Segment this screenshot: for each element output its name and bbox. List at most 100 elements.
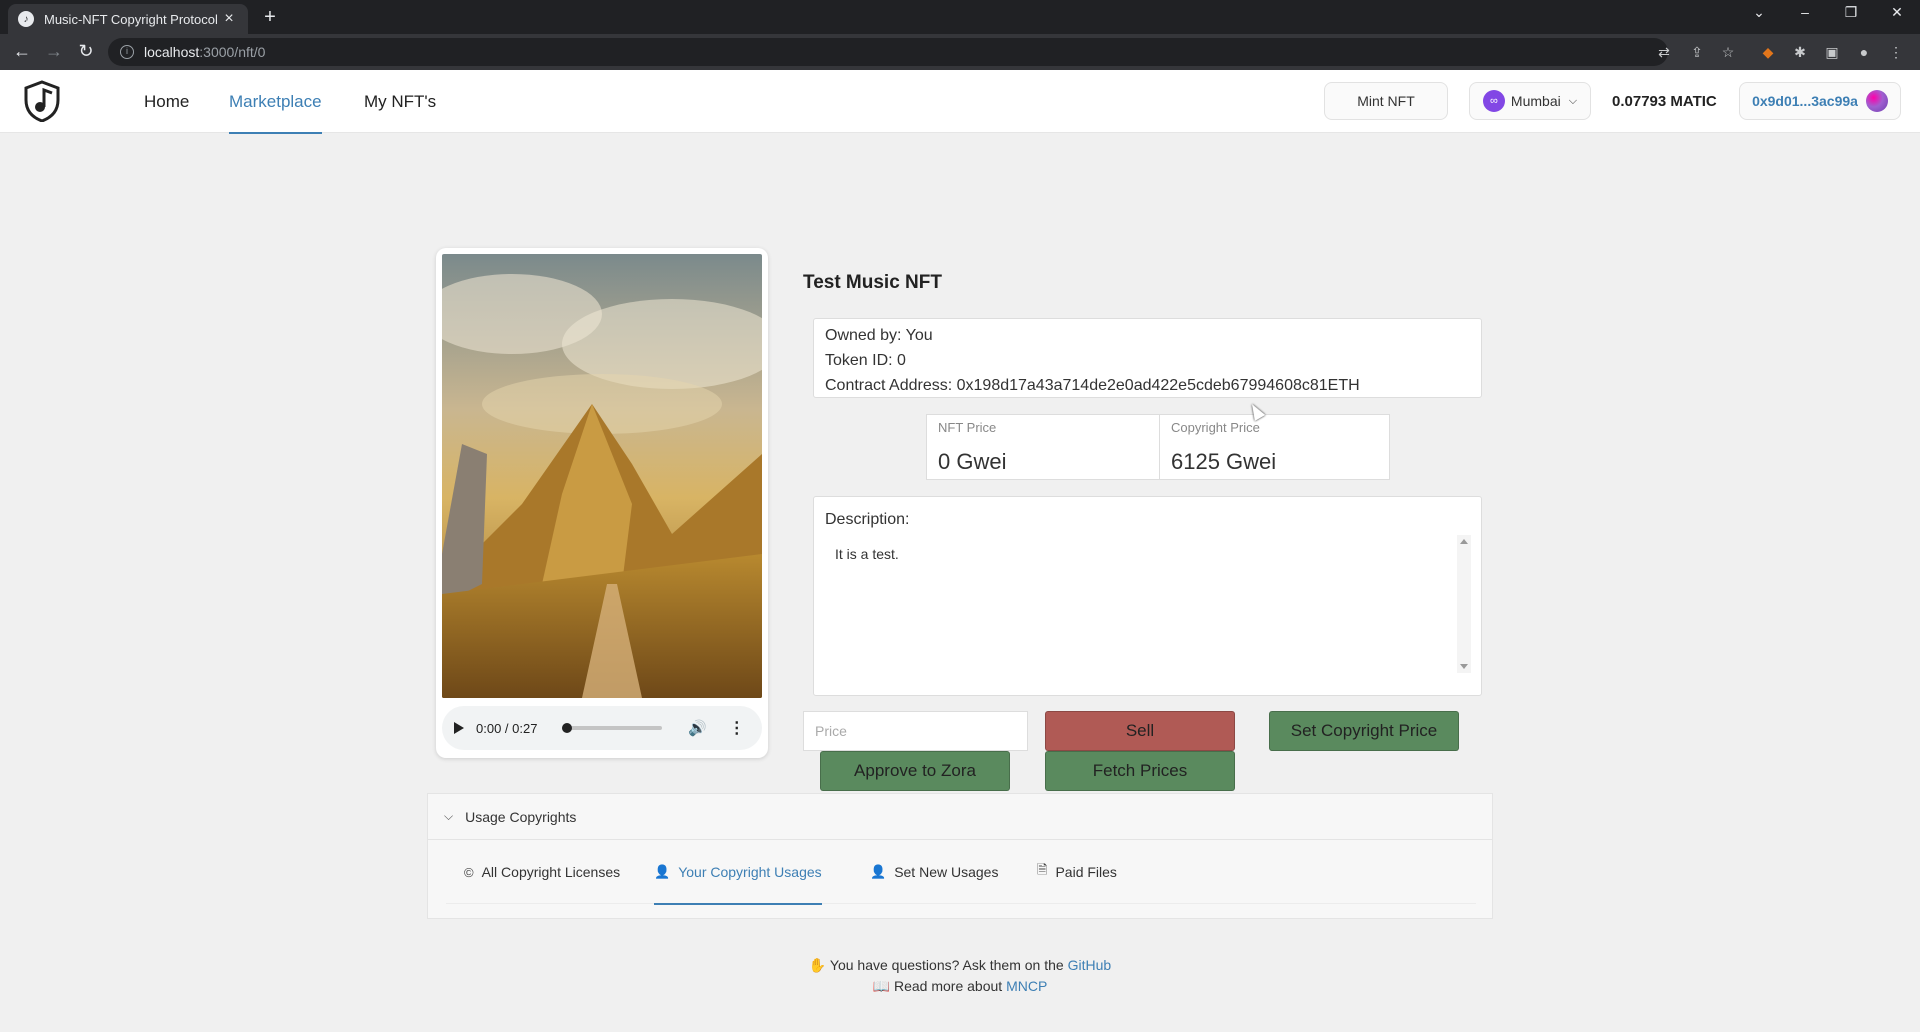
nft-media-card: 0:00 / 0:27 🔊 ⋮ [436,248,768,758]
fetch-prices-button[interactable]: Fetch Prices [1045,751,1235,791]
mint-nft-button[interactable]: Mint NFT [1324,82,1448,120]
copyright-price-box: Copyright Price 6125 Gwei [1159,414,1390,480]
nft-price-value: 0 Gwei [938,449,1007,474]
translate-icon[interactable]: ⇄ [1656,44,1672,60]
raised-hand-icon: ✋ [808,957,827,973]
description-box: Description: It is a test. [813,496,1482,696]
app-logo-icon[interactable] [22,80,62,122]
site-favicon-icon: ♪ [18,11,34,27]
app-header: Home Marketplace My NFT's Mint NFT ∞ Mum… [0,70,1920,134]
network-name: Mumbai [1510,93,1561,109]
user-check-icon: 👤 [654,864,671,879]
audio-seek-bar[interactable] [562,723,662,733]
tab-label: Paid Files [1055,864,1117,880]
user-add-icon: 👤 [870,864,887,879]
close-window-icon[interactable]: ✕ [1882,4,1912,21]
metamask-extension-icon[interactable]: ◆ [1760,44,1776,60]
extensions-icon[interactable]: ✱ [1792,44,1808,60]
browser-tabbar: ♪ Music-NFT Copyright Protocol × + ⌄ – ❐… [0,0,1920,34]
nft-artwork-image [442,254,762,698]
description-label: Description: [825,511,910,528]
nft-price-label: NFT Price [938,420,997,435]
audio-player: 0:00 / 0:27 🔊 ⋮ [442,706,762,750]
footer-questions-text: You have questions? Ask them on the [829,957,1064,973]
wallet-balance: 0.07793 MATIC [1612,93,1717,110]
github-link[interactable]: GitHub [1068,957,1112,973]
account-button[interactable]: 0x9d01...3ac99a [1739,82,1901,120]
tab-your-copyright-usages[interactable]: 👤 Your Copyright Usages [654,840,822,905]
chevron-down-icon: ⌵ [444,809,454,823]
play-icon[interactable] [454,722,464,734]
nav-home[interactable]: Home [144,92,189,112]
copyright-price-label: Copyright Price [1171,420,1260,435]
mint-nft-label: Mint NFT [1357,93,1415,109]
copyright-price-value: 6125 Gwei [1171,449,1277,474]
tab-label: Set New Usages [894,864,999,880]
contract-address: Contract Address: 0x198d17a43a714de2e0ad… [825,377,1360,394]
url-host: localhost [144,44,200,60]
chevron-down-icon: ⌵ [1568,94,1578,107]
audio-time: 0:00 / 0:27 [476,720,538,736]
price-input[interactable] [803,711,1028,751]
usage-copyrights-panel: ⌵ Usage Copyrights © All Copyright Licen… [427,793,1493,919]
footer-line-questions: ✋ You have questions? Ask them on the Gi… [0,957,1920,974]
nft-title: Test Music NFT [803,272,942,293]
account-avatar [1865,90,1888,112]
description-text: It is a test. [835,546,899,562]
site-info-icon[interactable]: i [120,45,134,59]
usage-copyrights-header[interactable]: ⌵ Usage Copyrights [428,794,1492,840]
usage-copyrights-title: Usage Copyrights [465,808,577,825]
footer-read-more-text: Read more about [894,978,1003,994]
file-icon: 🗎 [1037,862,1048,877]
owned-by: Owned by: You [825,327,933,344]
tab-set-new-usages[interactable]: 👤 Set New Usages [870,840,998,904]
nav-my-nfts[interactable]: My NFT's [364,92,436,112]
volume-icon[interactable]: 🔊 [688,719,707,737]
forward-icon[interactable]: → [42,41,66,62]
set-copyright-price-label: Set Copyright Price [1290,721,1438,740]
copyright-icon: © [464,864,474,880]
tab-title: Music-NFT Copyright Protocol [44,11,218,27]
restore-icon[interactable]: ❐ [1836,4,1866,21]
sell-label: Sell [1125,721,1155,740]
description-scrollbar[interactable] [1457,535,1471,673]
nft-info-box: Owned by: You Token ID: 0 Contract Addre… [813,318,1482,398]
close-tab-icon[interactable]: × [220,10,238,28]
bookmark-star-icon[interactable]: ☆ [1720,44,1736,60]
tab-paid-files[interactable]: 🗎 Paid Files [1037,840,1117,904]
browser-menu-icon[interactable]: ⋮ [1888,44,1904,60]
nft-price-box: NFT Price 0 Gwei [926,414,1160,480]
browser-tab[interactable]: ♪ Music-NFT Copyright Protocol × [8,4,248,34]
nav-marketplace[interactable]: Marketplace [229,92,322,134]
address-bar[interactable]: i localhost:3000/nft/0 [108,38,1668,66]
side-panel-icon[interactable]: ▣ [1824,44,1840,60]
usage-tabs: © All Copyright Licenses 👤 Your Copyrigh… [446,840,1476,905]
reload-icon[interactable]: ↻ [74,41,98,62]
profile-icon[interactable]: ● [1856,44,1872,60]
browser-toolbar: ← → ↻ i localhost:3000/nft/0 ⇄ ⇪ ☆ ◆ ✱ ▣… [0,34,1920,70]
seek-knob[interactable] [562,723,572,733]
account-address: 0x9d01...3ac99a [1752,93,1858,109]
network-selector[interactable]: ∞ Mumbai ⌵ [1469,82,1591,120]
tab-label: Your Copyright Usages [678,864,822,880]
share-icon[interactable]: ⇪ [1689,44,1705,60]
mncp-link[interactable]: MNCP [1006,978,1047,994]
back-icon[interactable]: ← [10,41,34,62]
scroll-up-icon[interactable] [1460,539,1468,544]
fetch-prices-label: Fetch Prices [1092,761,1188,780]
token-id: Token ID: 0 [825,352,906,369]
tab-all-copyright-licenses[interactable]: © All Copyright Licenses [464,840,620,904]
minimize-icon[interactable]: – [1790,4,1820,20]
tab-search-icon[interactable]: ⌄ [1744,4,1774,21]
approve-label: Approve to Zora [854,761,976,780]
footer-line-read-more: 📖 Read more about MNCP [0,978,1920,995]
scroll-down-icon[interactable] [1460,664,1468,669]
polygon-icon: ∞ [1482,90,1505,112]
sell-button[interactable]: Sell [1045,711,1235,751]
url-path: :3000/nft/0 [199,44,266,60]
more-options-icon[interactable]: ⋮ [729,718,745,738]
approve-to-zora-button[interactable]: Approve to Zora [820,751,1010,791]
tab-label: All Copyright Licenses [481,864,621,880]
new-tab-icon[interactable]: + [258,6,282,29]
set-copyright-price-button[interactable]: Set Copyright Price [1269,711,1459,751]
